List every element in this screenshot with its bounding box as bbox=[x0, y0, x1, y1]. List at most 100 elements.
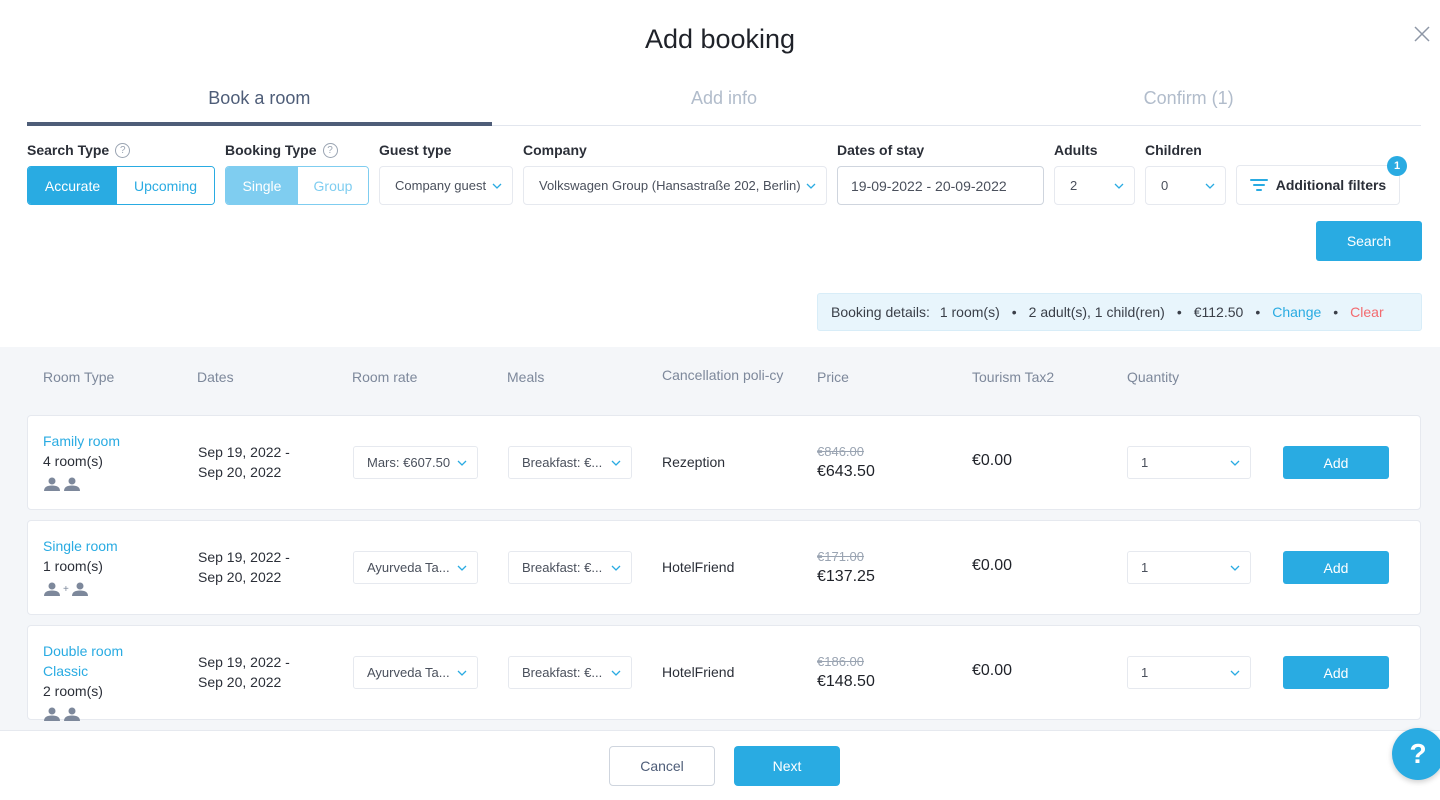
chevron-down-icon bbox=[457, 670, 467, 676]
quantity-value: 1 bbox=[1141, 455, 1149, 470]
table-header: Room Type Dates Room rate Meals Cancella… bbox=[0, 347, 1440, 415]
search-type-label: Search Type bbox=[27, 142, 110, 158]
person-icon bbox=[64, 477, 80, 491]
room-count: 1 room(s) bbox=[43, 558, 103, 574]
header-meals: Meals bbox=[507, 369, 545, 385]
chevron-down-icon bbox=[1205, 183, 1215, 189]
room-name-link[interactable]: Family room bbox=[43, 431, 120, 451]
booking-details-guests: 2 adult(s), 1 child(ren) bbox=[1028, 304, 1165, 320]
room-count: 2 room(s) bbox=[43, 683, 103, 699]
room-count: 4 room(s) bbox=[43, 453, 103, 469]
question-mark-icon: ? bbox=[1409, 738, 1427, 769]
add-room-button[interactable]: Add bbox=[1283, 551, 1389, 584]
guest-type-select[interactable]: Company guest bbox=[379, 166, 513, 205]
search-button[interactable]: Search bbox=[1316, 221, 1422, 261]
filters-count-badge: 1 bbox=[1387, 156, 1407, 176]
price-cell: €186.00 €148.50 bbox=[817, 652, 875, 692]
meals-value: Breakfast: €... bbox=[522, 560, 603, 575]
quantity-select[interactable]: 1 bbox=[1127, 446, 1251, 479]
children-select[interactable]: 0 bbox=[1145, 166, 1226, 205]
quantity-value: 1 bbox=[1141, 560, 1149, 575]
booking-type-label: Booking Type bbox=[225, 142, 317, 158]
separator-dot: • bbox=[1333, 304, 1339, 320]
booking-details-label: Booking details: bbox=[831, 304, 930, 320]
discounted-price: €137.25 bbox=[817, 568, 875, 585]
modal-footer: Cancel Next bbox=[0, 730, 1440, 800]
dates-input[interactable]: 19-09-2022 - 20-09-2022 bbox=[837, 166, 1044, 205]
header-room-rate: Room rate bbox=[352, 369, 418, 385]
search-type-accurate[interactable]: Accurate bbox=[28, 167, 117, 204]
person-icon bbox=[44, 582, 60, 596]
original-price: €171.00 bbox=[817, 549, 864, 564]
original-price: €186.00 bbox=[817, 654, 864, 669]
chevron-down-icon bbox=[492, 183, 502, 189]
dates-group: Dates of stay 19-09-2022 - 20-09-2022 bbox=[837, 140, 1044, 205]
table-row: Double room Classic 2 room(s) Sep 19, 2022 … bbox=[27, 625, 1421, 721]
room-rate-value: Mars: €607.50 bbox=[367, 455, 451, 470]
discounted-price: €148.50 bbox=[817, 673, 875, 690]
price-cell: €846.00 €643.50 bbox=[817, 442, 875, 482]
cancellation-policy: Rezeption bbox=[662, 454, 726, 470]
cancel-button[interactable]: Cancel bbox=[609, 746, 715, 786]
add-room-button[interactable]: Add bbox=[1283, 656, 1389, 689]
room-rate-select[interactable]: Ayurveda Ta... bbox=[353, 656, 478, 689]
room-name-link[interactable]: Double room Classic bbox=[43, 641, 123, 681]
header-quantity: Quantity bbox=[1127, 369, 1180, 385]
room-name-link[interactable]: Single room bbox=[43, 536, 118, 556]
room-rate-select[interactable]: Mars: €607.50 bbox=[353, 446, 478, 479]
close-button[interactable] bbox=[1410, 22, 1434, 46]
booking-type-single[interactable]: Single bbox=[226, 167, 298, 204]
dates-cell: Sep 19, 2022 - Sep 20, 2022 bbox=[198, 652, 290, 692]
help-icon[interactable]: ? bbox=[115, 142, 131, 158]
meals-select[interactable]: Breakfast: €... bbox=[508, 656, 632, 689]
chevron-down-icon bbox=[611, 460, 621, 466]
help-icon[interactable]: ? bbox=[322, 142, 338, 158]
adults-value: 2 bbox=[1070, 178, 1078, 193]
additional-filters-button[interactable]: Additional filters 1 bbox=[1236, 156, 1407, 205]
date-to: Sep 20, 2022 bbox=[198, 674, 282, 690]
tab-add-info[interactable]: Add info bbox=[492, 82, 957, 125]
meals-value: Breakfast: €... bbox=[522, 665, 603, 680]
meals-select[interactable]: Breakfast: €... bbox=[508, 446, 632, 479]
booking-details-bar: Booking details: 1 room(s) • 2 adult(s),… bbox=[817, 293, 1422, 331]
original-price: €846.00 bbox=[817, 444, 864, 459]
room-rate-value: Ayurveda Ta... bbox=[367, 560, 450, 575]
quantity-select[interactable]: 1 bbox=[1127, 551, 1251, 584]
help-button[interactable]: ? bbox=[1392, 728, 1440, 780]
search-type-group: Search Type? Accurate Upcoming bbox=[27, 140, 215, 205]
dates-cell: Sep 19, 2022 - Sep 20, 2022 bbox=[198, 547, 290, 587]
room-rate-select[interactable]: Ayurveda Ta... bbox=[353, 551, 478, 584]
company-value: Volkswagen Group (Hansastraße 202, Berli… bbox=[539, 178, 801, 193]
date-from: Sep 19, 2022 - bbox=[198, 654, 290, 670]
separator-dot: • bbox=[1176, 304, 1182, 320]
tab-book-a-room[interactable]: Book a room bbox=[27, 82, 492, 126]
room-type-cell: Family room 4 room(s) bbox=[43, 431, 120, 491]
date-from: Sep 19, 2022 - bbox=[198, 549, 290, 565]
add-room-button[interactable]: Add bbox=[1283, 446, 1389, 479]
next-button[interactable]: Next bbox=[734, 746, 840, 786]
meals-select[interactable]: Breakfast: €... bbox=[508, 551, 632, 584]
room-type-cell: Double room Classic 2 room(s) bbox=[43, 641, 123, 721]
discounted-price: €643.50 bbox=[817, 463, 875, 480]
table-row: Single room 1 room(s) + Sep 19, 2022 - Sep 2… bbox=[27, 520, 1421, 615]
tab-confirm[interactable]: Confirm (1) bbox=[956, 82, 1421, 125]
header-cancellation-policy: Cancellation poli-cy bbox=[662, 367, 784, 383]
search-type-upcoming[interactable]: Upcoming bbox=[117, 167, 214, 204]
guest-capacity-icons bbox=[43, 473, 120, 491]
booking-details-price: €112.50 bbox=[1193, 304, 1244, 320]
chevron-down-icon bbox=[1230, 670, 1240, 676]
tourism-tax: €0.00 bbox=[972, 452, 1013, 469]
person-icon bbox=[44, 707, 60, 721]
clear-link[interactable]: Clear bbox=[1350, 304, 1383, 320]
separator-dot: • bbox=[1255, 304, 1261, 320]
change-link[interactable]: Change bbox=[1272, 304, 1321, 320]
chevron-down-icon bbox=[611, 565, 621, 571]
company-select[interactable]: Volkswagen Group (Hansastraße 202, Berli… bbox=[523, 166, 827, 205]
filter-icon bbox=[1249, 179, 1268, 191]
search-type-toggle: Accurate Upcoming bbox=[27, 166, 215, 205]
quantity-select[interactable]: 1 bbox=[1127, 656, 1251, 689]
adults-select[interactable]: 2 bbox=[1054, 166, 1135, 205]
separator-dot: • bbox=[1011, 304, 1017, 320]
booking-type-group-option[interactable]: Group bbox=[298, 167, 368, 204]
chevron-down-icon bbox=[611, 670, 621, 676]
